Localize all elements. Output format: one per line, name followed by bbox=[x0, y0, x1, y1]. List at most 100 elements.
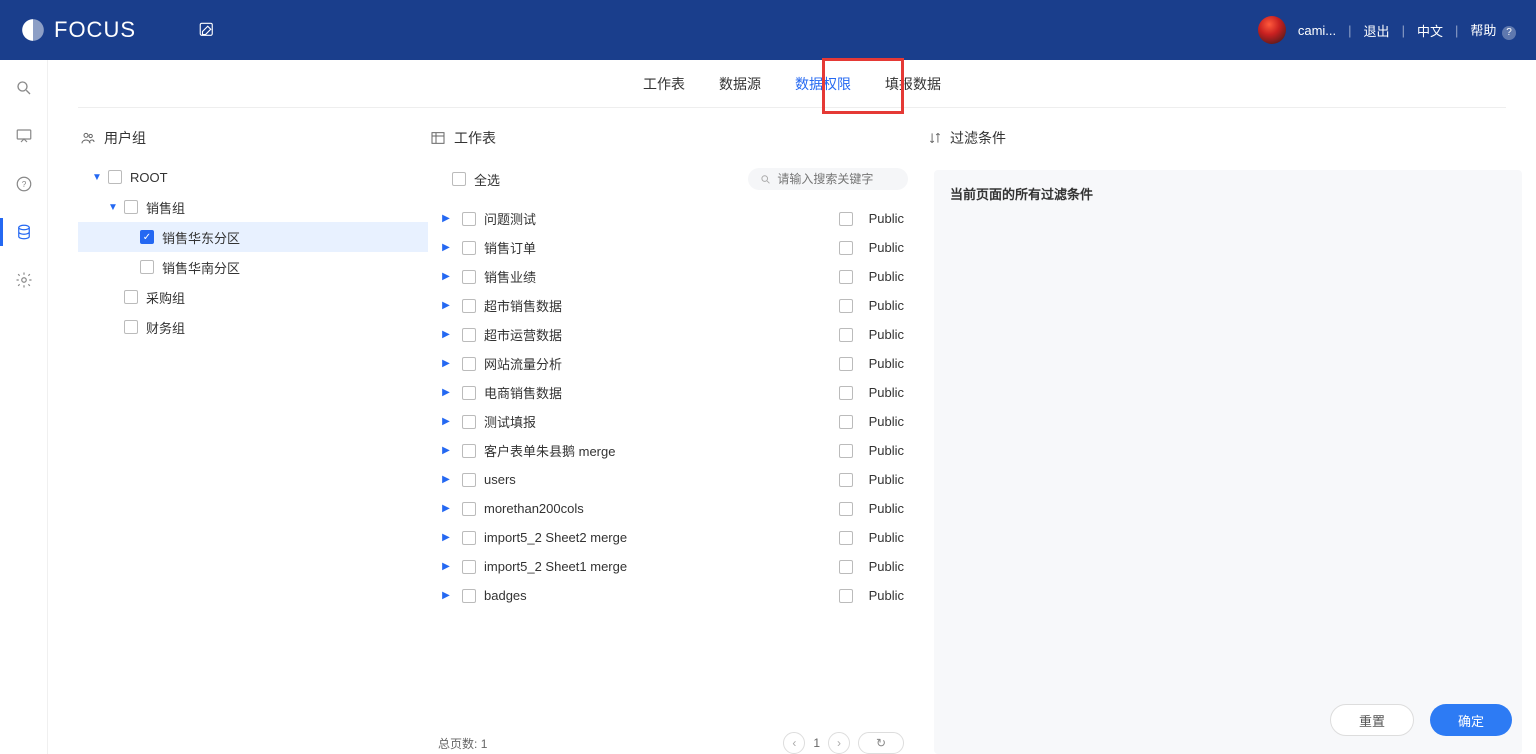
focus-logo-icon bbox=[20, 17, 46, 43]
logout-link[interactable]: 退出 bbox=[1364, 21, 1390, 40]
caret-right-icon: ▶ bbox=[438, 590, 454, 601]
separator: | bbox=[1455, 23, 1458, 38]
search-input[interactable] bbox=[777, 172, 896, 186]
checkbox[interactable] bbox=[124, 320, 138, 334]
username-label[interactable]: cami... bbox=[1298, 23, 1336, 38]
checkbox[interactable] bbox=[462, 589, 476, 603]
tree-label: 采购组 bbox=[146, 288, 185, 307]
worksheet-row[interactable]: ▶ 销售订单 Public bbox=[428, 233, 928, 262]
edit-button[interactable] bbox=[196, 19, 218, 41]
checkbox[interactable] bbox=[839, 270, 853, 284]
checkbox[interactable] bbox=[462, 473, 476, 487]
user-avatar[interactable] bbox=[1258, 16, 1286, 44]
checkbox[interactable] bbox=[462, 444, 476, 458]
next-page-button[interactable]: › bbox=[828, 732, 850, 754]
checkbox[interactable] bbox=[462, 241, 476, 255]
worksheet-row[interactable]: ▶import5_2 Sheet2 mergePublic bbox=[428, 523, 928, 552]
worksheet-visibility: Public bbox=[831, 298, 904, 313]
checkbox[interactable] bbox=[839, 386, 853, 400]
worksheet-row[interactable]: ▶客户表单朱县鹅 mergePublic bbox=[428, 436, 928, 465]
checkbox[interactable] bbox=[462, 502, 476, 516]
prev-page-button[interactable]: ‹ bbox=[783, 732, 805, 754]
checkbox[interactable] bbox=[124, 290, 138, 304]
checkbox[interactable] bbox=[462, 415, 476, 429]
app-header: FOCUS cami... | 退出 | 中文 | 帮助 ? bbox=[0, 0, 1536, 60]
tree-node-root[interactable]: ▼ ROOT bbox=[78, 162, 428, 192]
select-all[interactable]: 全选 bbox=[452, 170, 500, 189]
caret-right-icon: ▶ bbox=[438, 213, 454, 224]
reset-button[interactable]: 重置 bbox=[1330, 704, 1414, 736]
tab-worksheets[interactable]: 工作表 bbox=[641, 60, 687, 108]
worksheet-row[interactable]: ▶usersPublic bbox=[428, 465, 928, 494]
visibility-label: Public bbox=[869, 443, 904, 458]
checkbox[interactable] bbox=[462, 328, 476, 342]
tree-node-sales-south[interactable]: ▶ 销售华南分区 bbox=[78, 252, 428, 282]
tree-node-purchase[interactable]: ▶ 采购组 bbox=[78, 282, 428, 312]
filter-header: 过滤条件 bbox=[928, 128, 1522, 148]
checkbox[interactable] bbox=[462, 357, 476, 371]
checkbox[interactable] bbox=[839, 415, 853, 429]
nav-dashboard[interactable] bbox=[14, 126, 34, 146]
confirm-button[interactable]: 确定 bbox=[1430, 704, 1512, 736]
worksheet-name: 销售订单 bbox=[484, 238, 831, 257]
help-link[interactable]: 帮助 ? bbox=[1470, 20, 1516, 40]
checkbox[interactable] bbox=[462, 386, 476, 400]
worksheet-row[interactable]: ▶超市销售数据Public bbox=[428, 291, 928, 320]
tab-datasource[interactable]: 数据源 bbox=[717, 60, 763, 108]
nav-search[interactable] bbox=[14, 78, 34, 98]
worksheet-row[interactable]: ▶网站流量分析Public bbox=[428, 349, 928, 378]
checkbox[interactable] bbox=[462, 531, 476, 545]
caret-right-icon: ▶ bbox=[438, 271, 454, 282]
worksheet-row[interactable]: ▶问题测试Public bbox=[428, 204, 928, 233]
tree-node-sales[interactable]: ▼ 销售组 bbox=[78, 192, 428, 222]
checkbox[interactable] bbox=[839, 560, 853, 574]
checkbox[interactable] bbox=[839, 357, 853, 371]
worksheet-row[interactable]: ▶morethan200colsPublic bbox=[428, 494, 928, 523]
checkbox[interactable] bbox=[839, 328, 853, 342]
checkbox[interactable] bbox=[839, 473, 853, 487]
refresh-button[interactable]: ↻ bbox=[858, 732, 904, 754]
checkbox[interactable] bbox=[108, 170, 122, 184]
search-box[interactable] bbox=[748, 168, 908, 190]
worksheet-visibility: Public bbox=[831, 269, 904, 284]
worksheet-row[interactable]: ▶销售业绩Public bbox=[428, 262, 928, 291]
nav-settings[interactable] bbox=[14, 270, 34, 290]
language-link[interactable]: 中文 bbox=[1417, 21, 1443, 40]
checkbox[interactable] bbox=[839, 502, 853, 516]
checkbox[interactable] bbox=[839, 212, 853, 226]
worksheet-name: 超市运营数据 bbox=[484, 325, 831, 344]
worksheet-row[interactable]: ▶badgesPublic bbox=[428, 581, 928, 610]
brand-logo[interactable]: FOCUS bbox=[20, 17, 136, 43]
worksheet-row[interactable]: ▶import5_2 Sheet1 mergePublic bbox=[428, 552, 928, 581]
tab-data-permission[interactable]: 数据权限 bbox=[793, 60, 853, 108]
brand-name: FOCUS bbox=[54, 17, 136, 43]
checkbox[interactable] bbox=[839, 589, 853, 603]
caret-right-icon: ▶ bbox=[438, 242, 454, 253]
checkbox[interactable] bbox=[140, 260, 154, 274]
checkbox[interactable] bbox=[462, 560, 476, 574]
checkbox[interactable] bbox=[462, 212, 476, 226]
tree-node-sales-east[interactable]: ▶ ✓ 销售华东分区 bbox=[78, 222, 428, 252]
checkbox[interactable] bbox=[452, 172, 466, 186]
worksheet-visibility: Public bbox=[831, 211, 904, 226]
checkbox[interactable] bbox=[839, 241, 853, 255]
worksheets-header: 工作表 bbox=[428, 128, 928, 148]
filter-panel: 当前页面的所有过滤条件 bbox=[934, 170, 1522, 754]
visibility-label: Public bbox=[869, 414, 904, 429]
nav-help[interactable]: ? bbox=[14, 174, 34, 194]
checkbox[interactable] bbox=[839, 531, 853, 545]
tab-form-data[interactable]: 填报数据 bbox=[883, 60, 943, 108]
tree-node-finance[interactable]: ▶ 财务组 bbox=[78, 312, 428, 342]
worksheet-row[interactable]: ▶测试填报Public bbox=[428, 407, 928, 436]
checkbox[interactable] bbox=[839, 299, 853, 313]
visibility-label: Public bbox=[869, 240, 904, 255]
worksheet-visibility: Public bbox=[831, 443, 904, 458]
checkbox[interactable] bbox=[124, 200, 138, 214]
checkbox[interactable] bbox=[462, 299, 476, 313]
checkbox[interactable] bbox=[839, 444, 853, 458]
checkbox[interactable] bbox=[462, 270, 476, 284]
nav-data[interactable] bbox=[14, 222, 34, 242]
worksheet-row[interactable]: ▶电商销售数据Public bbox=[428, 378, 928, 407]
checkbox-checked[interactable]: ✓ bbox=[140, 230, 154, 244]
worksheet-row[interactable]: ▶超市运营数据Public bbox=[428, 320, 928, 349]
